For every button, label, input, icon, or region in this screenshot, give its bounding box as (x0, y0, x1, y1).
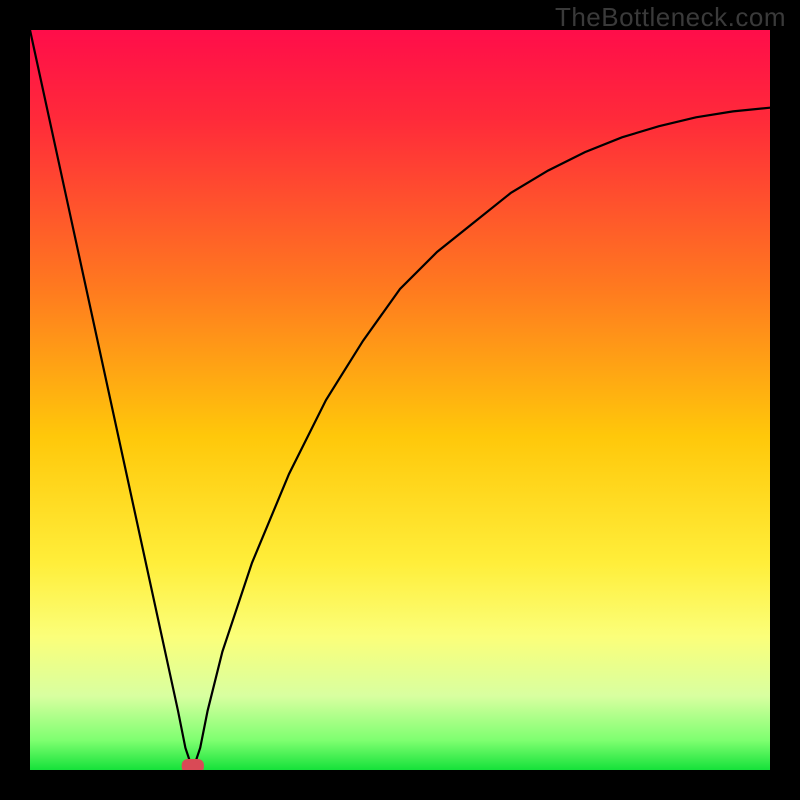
plot-area (30, 30, 770, 773)
watermark-label: TheBottleneck.com (555, 2, 786, 33)
chart-container: TheBottleneck.com (0, 0, 800, 800)
bottleneck-chart (0, 0, 800, 800)
gradient-background (30, 30, 770, 770)
